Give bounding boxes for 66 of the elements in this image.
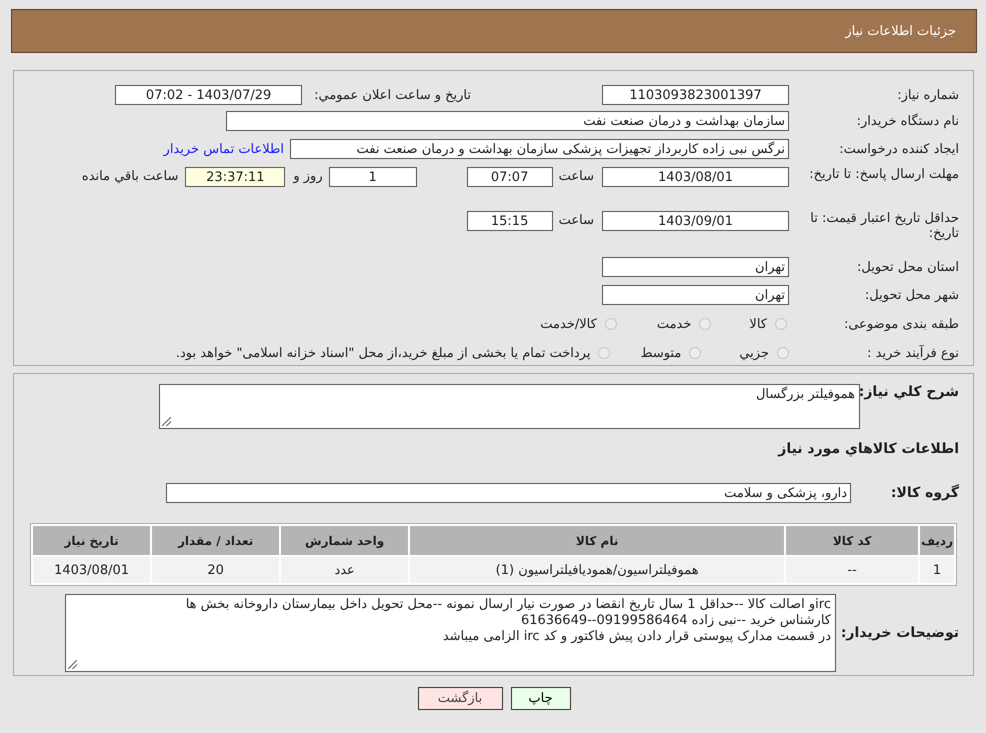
text-field[interactable]: 1403/09/01: [602, 211, 789, 231]
text-field[interactable]: 1403/08/01: [602, 167, 789, 187]
contact-link[interactable]: اطلاعات تماس خریدار: [164, 142, 284, 156]
print-button[interactable]: چاپ: [510, 687, 570, 710]
column-header: کد کالا: [786, 526, 918, 555]
section-title: اطلاعات کالاهاي مورد نیاز: [778, 441, 959, 457]
text-field[interactable]: 1403/07/29 - 07:02: [115, 85, 302, 105]
text-field[interactable]: تهران: [602, 285, 789, 305]
radio-label: کالا: [749, 316, 767, 332]
radio-label: جزيي: [739, 346, 769, 360]
radio-button[interactable]: [604, 318, 617, 330]
countdown-field: 23:37:11: [185, 167, 286, 187]
field-label: شهر محل تحویل:: [864, 288, 959, 302]
table-cell: 20: [152, 557, 280, 583]
table-cell: 1: [920, 557, 954, 583]
back-button[interactable]: بازگشت: [418, 687, 502, 710]
text-field[interactable]: دارو، پزشکی و سلامت: [166, 483, 851, 503]
text-field[interactable]: تهران: [602, 257, 789, 277]
column-header: تاریخ نیاز: [33, 526, 150, 555]
text-field[interactable]: سازمان بهداشت و درمان صنعت نفت: [226, 111, 789, 131]
table-cell: 1403/08/01: [33, 557, 150, 583]
column-header: تعداد / مقدار: [152, 526, 280, 555]
radio-button[interactable]: [777, 347, 789, 359]
radio-label: متوسط: [640, 346, 682, 360]
note-line: کارشناس خرید --نبی زاده 09199586464--61636649: [520, 613, 831, 629]
resize-grip-icon: [68, 660, 77, 669]
column-header: ردیف: [920, 526, 954, 555]
column-header: نام کالا: [410, 526, 784, 555]
field-label: توضیحات خریدار:: [840, 625, 959, 641]
text-field[interactable]: 1: [328, 167, 417, 187]
radio-label: خدمت: [656, 316, 692, 332]
field-label: حداقل تاریخ اعتبار قیمت: تا تاریخ:: [809, 211, 959, 241]
text-area[interactable]: [65, 594, 836, 672]
text-field[interactable]: 1103093823001397: [602, 85, 789, 105]
area-text: هموفیلتر بزرگسال: [756, 387, 855, 402]
radio-button[interactable]: [775, 318, 787, 330]
radio-button[interactable]: [598, 347, 610, 359]
text-field[interactable]: 07:07: [466, 167, 553, 187]
remaining-label: ساعت باقي مانده: [82, 168, 178, 186]
time-label: ساعت: [558, 212, 594, 230]
radio-button[interactable]: [699, 318, 712, 330]
page-title: جزئیات اطلاعات نیاز: [845, 24, 956, 38]
field-label: مهلت ارسال پاسخ: تا تاریخ:: [808, 167, 959, 182]
field-label: نوع فرآیند خرید :: [866, 346, 959, 360]
field-label: طبقه بندی موضوعی:: [842, 316, 959, 332]
note-line: ircو اصالت کالا --حداقل 1 سال تاریخ انقضا در صورت نیار ارسال نمونه --محل تحویل داخل بیمارستان داروخانه بخش ها: [184, 597, 831, 613]
note-line: در قسمت مدارک پیوستی قرار دادن پیش فاکتور و کد irc الزامی میباشد: [442, 629, 831, 645]
text-area[interactable]: هموفیلتر بزرگسال: [159, 384, 860, 429]
text-field[interactable]: نرگس نبی زاده کاربرداز تجهیزات پزشکی سازمان بهداشت و درمان صنعت نفت: [290, 139, 789, 159]
radio-label: پرداخت تمام یا بخشی از مبلغ خرید،از محل "اسناد خزانه اسلامی" خواهد بود.: [176, 346, 590, 360]
table-cell: --: [786, 557, 918, 583]
field-label: ایجاد کننده درخواست:: [838, 142, 959, 156]
time-label: ساعت: [558, 168, 594, 186]
field-label: تاریخ و ساعت اعلان عمومي:: [314, 88, 471, 102]
field-label: استان محل تحویل:: [856, 260, 959, 274]
field-label: نام دستگاه خریدار:: [856, 114, 959, 128]
field-label: گروه کالا:: [890, 485, 959, 501]
radio-button[interactable]: [689, 347, 702, 359]
text-field[interactable]: 15:15: [466, 211, 553, 231]
resize-grip-icon: [162, 417, 171, 426]
table-cell: عدد: [281, 557, 408, 583]
table-cell: هموفیلتراسیون/همودیافیلتراسیون (1): [410, 557, 784, 583]
radio-label: کالا/خدمت: [540, 316, 597, 332]
days-label: روز و: [293, 168, 323, 186]
field-label: شماره نیاز:: [896, 88, 959, 102]
column-header: واحد شمارش: [281, 526, 408, 555]
